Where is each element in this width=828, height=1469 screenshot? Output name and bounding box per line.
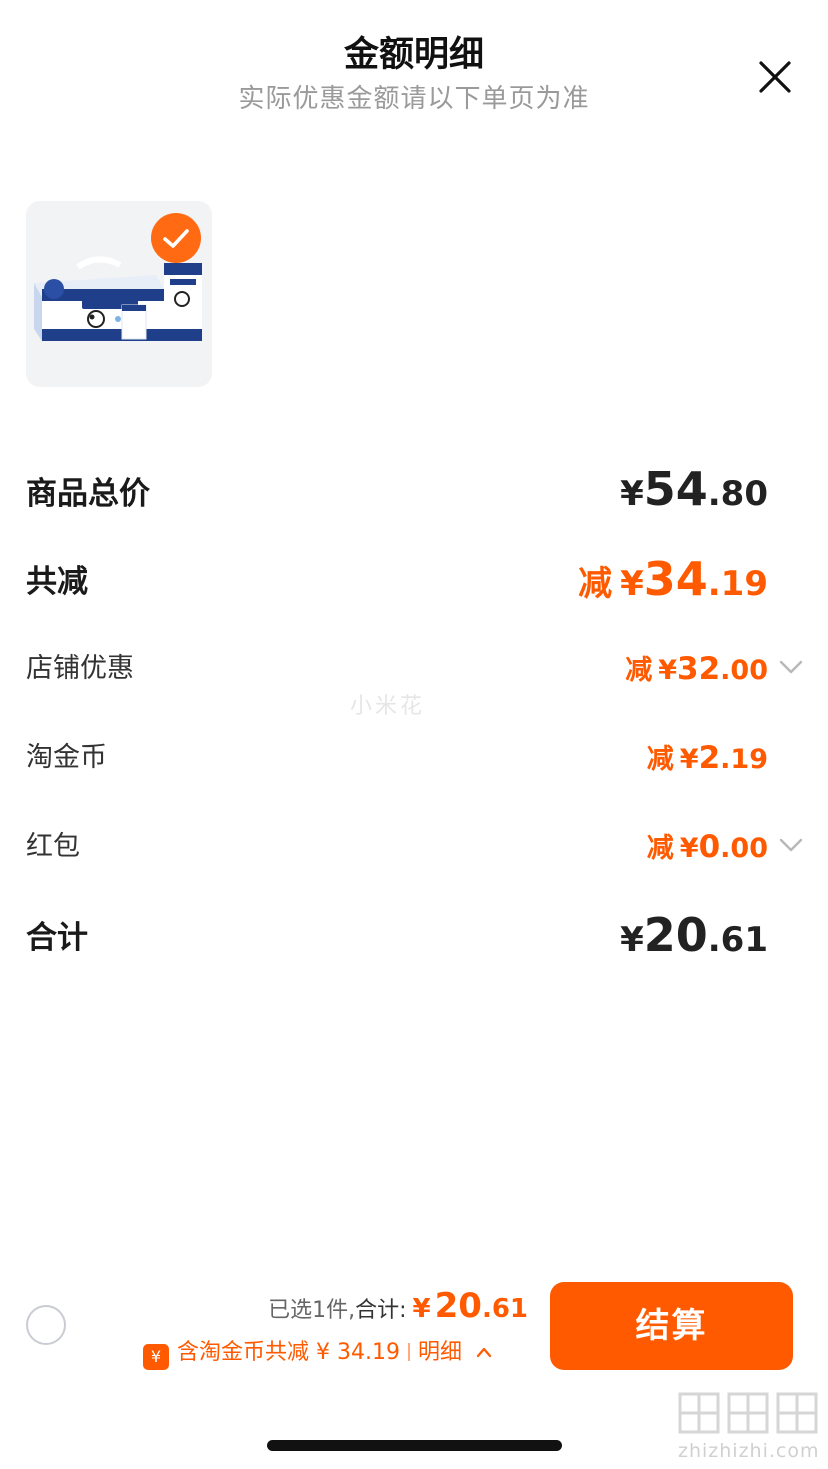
checkout-button[interactable]: 结算 <box>550 1282 793 1370</box>
total-discount-amount: 减 ¥34.19 <box>578 552 768 606</box>
product-selected-check[interactable] <box>151 213 201 263</box>
row-grand-total: 合计 ¥20.61 <box>26 908 802 962</box>
close-icon[interactable] <box>752 54 798 100</box>
hongbao-label: 红包 <box>26 831 80 862</box>
bottom-total-label: 合计: <box>355 1298 407 1323</box>
total-price-amount: ¥54.80 <box>620 462 768 516</box>
page-title: 金额明细 <box>343 35 484 75</box>
detail-link-text: 明细 <box>417 1340 462 1365</box>
row-total-discount: 共减 减 ¥34.19 <box>26 552 802 606</box>
watermark-text: 小米花 <box>350 694 426 719</box>
taojinbi-amount: 减 ¥2.19 <box>646 740 768 776</box>
row-hongbao[interactable]: 红包 减 ¥0.00 <box>26 824 804 868</box>
site-logo-icon <box>678 1392 818 1434</box>
select-all-radio[interactable] <box>26 1305 66 1345</box>
row-taojinbi: 淘金币 减 ¥2.19 <box>26 735 802 779</box>
store-discount-amount: 减 ¥32.00 <box>625 651 768 687</box>
checkmark-icon <box>163 229 189 248</box>
discount-detail-toggle[interactable]: ¥ 含淘金币共减 ¥ 34.19 明细 <box>143 1334 493 1370</box>
discount-summary-text: 含淘金币共减 ¥ 34.19 <box>177 1340 400 1365</box>
chevron-down-icon[interactable] <box>778 836 804 854</box>
grand-total-label: 合计 <box>26 920 88 956</box>
coupon-icon: ¥ <box>143 1344 169 1370</box>
divider <box>407 1343 410 1361</box>
hongbao-amount: 减 ¥0.00 <box>646 829 768 865</box>
row-total-price: 商品总价 ¥54.80 <box>26 462 802 516</box>
taojinbi-label: 淘金币 <box>26 742 107 773</box>
chevron-up-icon <box>476 1347 492 1358</box>
total-price-label: 商品总价 <box>26 476 150 512</box>
grand-total-amount: ¥20.61 <box>620 908 768 962</box>
row-store-discount[interactable]: 店铺优惠 减 ¥32.00 <box>26 646 804 690</box>
total-discount-label: 共减 <box>26 564 88 600</box>
store-discount-label: 店铺优惠 <box>26 653 134 684</box>
home-indicator <box>267 1440 562 1451</box>
selected-count-text: 已选1件, <box>268 1298 356 1323</box>
chevron-down-icon[interactable] <box>778 658 804 676</box>
bottom-summary: 已选1件,合计: ¥20.61 <box>268 1286 528 1326</box>
site-url-text: zhizhizhi.com <box>678 1440 820 1462</box>
page-subtitle: 实际优惠金额请以下单页为准 <box>238 84 590 114</box>
header: 金额明细 实际优惠金额请以下单页为准 <box>0 0 828 130</box>
